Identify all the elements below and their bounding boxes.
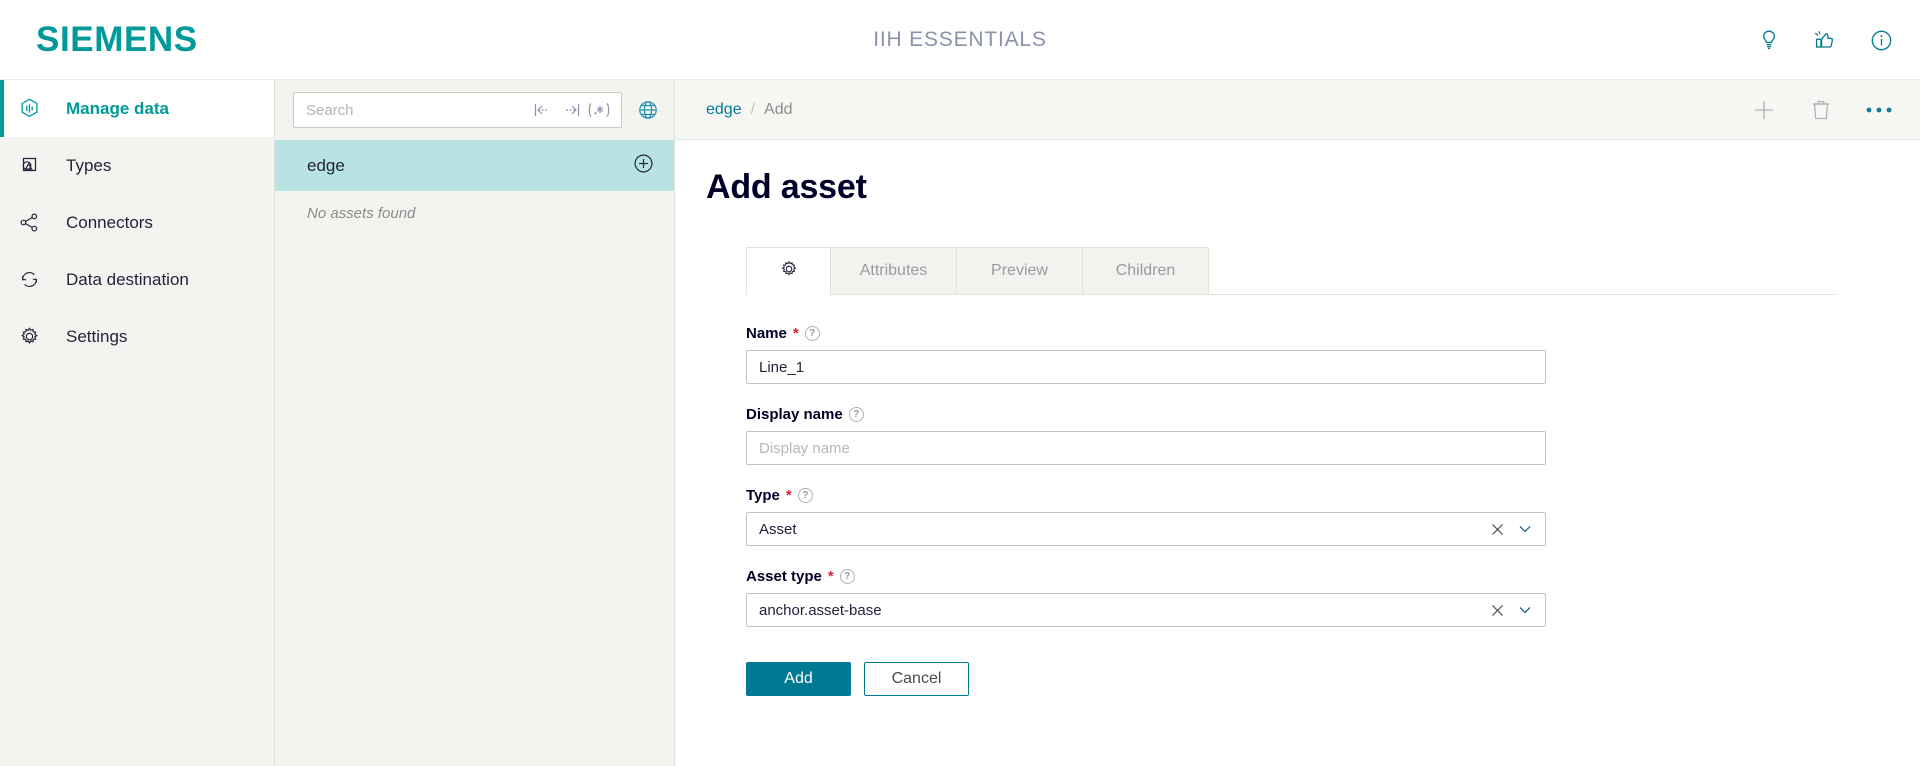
sidebar-item-types[interactable]: Types xyxy=(0,137,274,194)
type-select-value: Asset xyxy=(759,520,797,538)
add-asset-form-container: Add asset Attributes Preview Children Na… xyxy=(675,140,1920,766)
regex-icon[interactable] xyxy=(585,101,613,119)
asset-row-label: edge xyxy=(307,155,345,175)
asset-list-panel: edge No assets found xyxy=(275,80,675,766)
no-assets-message: No assets found xyxy=(307,205,416,222)
sidebar-item-label: Connectors xyxy=(66,212,153,232)
breadcrumb-current: Add xyxy=(764,100,793,118)
sidebar-item-label: Settings xyxy=(66,326,128,346)
search-option-icons xyxy=(533,101,613,119)
types-icon xyxy=(17,153,57,178)
manage-data-icon xyxy=(17,96,57,121)
tab-attributes[interactable]: Attributes xyxy=(830,247,957,295)
clear-icon[interactable] xyxy=(1490,522,1505,537)
match-start-icon[interactable] xyxy=(533,101,555,119)
sidebar-item-label: Types xyxy=(66,155,112,175)
required-marker: * xyxy=(785,487,792,504)
top-header-bar: SIEMENS IIH ESSENTIALS xyxy=(0,0,1920,80)
clear-icon[interactable] xyxy=(1490,603,1505,618)
globe-icon[interactable] xyxy=(636,98,660,122)
name-input-wrapper[interactable] xyxy=(746,350,1546,384)
lightbulb-icon[interactable] xyxy=(1752,23,1786,57)
page-title: Add asset xyxy=(706,168,867,206)
help-icon[interactable]: ? xyxy=(848,407,864,422)
add-icon[interactable] xyxy=(1750,96,1778,124)
form-button-row: Add Cancel xyxy=(746,662,1546,696)
data-destination-icon xyxy=(17,267,57,292)
toolbar-actions xyxy=(1750,96,1894,124)
asset-type-select-icons xyxy=(1490,602,1537,618)
feedback-icon[interactable] xyxy=(1808,23,1842,57)
main-content-area: edge / Add Add asset Attributes Preview … xyxy=(675,80,1920,766)
tab-label: Attributes xyxy=(859,262,928,279)
field-type: Type * ? Asset xyxy=(746,487,1546,546)
match-end-icon[interactable] xyxy=(559,101,581,119)
help-icon[interactable]: ? xyxy=(797,488,813,503)
field-display-name: Display name ? xyxy=(746,406,1546,465)
field-label-name: Name * ? xyxy=(746,325,1546,342)
required-marker: * xyxy=(792,325,799,342)
header-icon-group xyxy=(1752,0,1898,80)
search-box[interactable] xyxy=(293,92,622,128)
field-label-asset-type: Asset type * ? xyxy=(746,568,1546,585)
asset-row-edge[interactable]: edge xyxy=(275,140,674,191)
left-navigation-sidebar: Manage data Types Connectors Data destin… xyxy=(0,80,275,766)
cancel-button[interactable]: Cancel xyxy=(864,662,969,696)
required-marker: * xyxy=(827,568,834,585)
tab-label: Preview xyxy=(991,262,1048,279)
sidebar-item-label: Manage data xyxy=(66,98,169,118)
chevron-down-icon[interactable] xyxy=(1517,521,1533,537)
sidebar-item-manage-data[interactable]: Manage data xyxy=(0,80,274,137)
help-icon[interactable]: ? xyxy=(804,326,820,341)
more-options-icon[interactable] xyxy=(1864,105,1894,115)
field-name: Name * ? xyxy=(746,325,1546,384)
breadcrumb-root[interactable]: edge xyxy=(706,101,742,119)
breadcrumb-separator: / xyxy=(750,100,756,118)
sidebar-item-label: Data destination xyxy=(66,269,189,289)
asset-type-select[interactable]: anchor.asset-base xyxy=(746,593,1546,627)
content-toolbar: edge / Add xyxy=(675,80,1920,140)
help-icon[interactable]: ? xyxy=(839,569,855,584)
gear-icon xyxy=(778,258,800,285)
asset-tabs: Attributes Preview Children xyxy=(746,247,1920,295)
app-title: IIH ESSENTIALS xyxy=(873,27,1047,51)
add-button[interactable]: Add xyxy=(746,662,851,696)
plus-circle-icon[interactable] xyxy=(633,153,654,179)
asset-search-row xyxy=(275,80,674,140)
asset-type-select-value: anchor.asset-base xyxy=(759,601,882,619)
tab-label: Children xyxy=(1115,262,1176,279)
field-asset-type: Asset type * ? anchor.asset-base xyxy=(746,568,1546,627)
delete-icon[interactable] xyxy=(1808,96,1834,124)
info-icon[interactable] xyxy=(1864,23,1898,57)
label-text: Display name xyxy=(746,406,843,423)
settings-gear-icon xyxy=(17,324,57,349)
tab-children[interactable]: Children xyxy=(1082,247,1209,295)
tab-general[interactable] xyxy=(746,247,831,295)
sidebar-item-data-destination[interactable]: Data destination xyxy=(0,251,274,308)
search-input[interactable] xyxy=(306,101,533,119)
label-text: Asset type xyxy=(746,568,822,585)
tab-preview[interactable]: Preview xyxy=(956,247,1083,295)
sidebar-item-settings[interactable]: Settings xyxy=(0,308,274,365)
label-text: Name xyxy=(746,325,787,342)
main-body: Manage data Types Connectors Data destin… xyxy=(0,80,1920,766)
application-window: SIEMENS IIH ESSENTIALS Manage data Types… xyxy=(0,0,1920,766)
display-name-input[interactable] xyxy=(759,439,1537,457)
type-select[interactable]: Asset xyxy=(746,512,1546,546)
name-input[interactable] xyxy=(759,358,1537,376)
display-name-input-wrapper[interactable] xyxy=(746,431,1546,465)
label-text: Type xyxy=(746,487,780,504)
field-label-display-name: Display name ? xyxy=(746,406,1546,423)
field-label-type: Type * ? xyxy=(746,487,1546,504)
asset-form: Name * ? Display name ? xyxy=(746,295,1546,696)
chevron-down-icon[interactable] xyxy=(1517,602,1533,618)
breadcrumb: edge / Add xyxy=(706,101,793,119)
type-select-icons xyxy=(1490,521,1537,537)
sidebar-item-connectors[interactable]: Connectors xyxy=(0,194,274,251)
connectors-icon xyxy=(17,210,57,235)
